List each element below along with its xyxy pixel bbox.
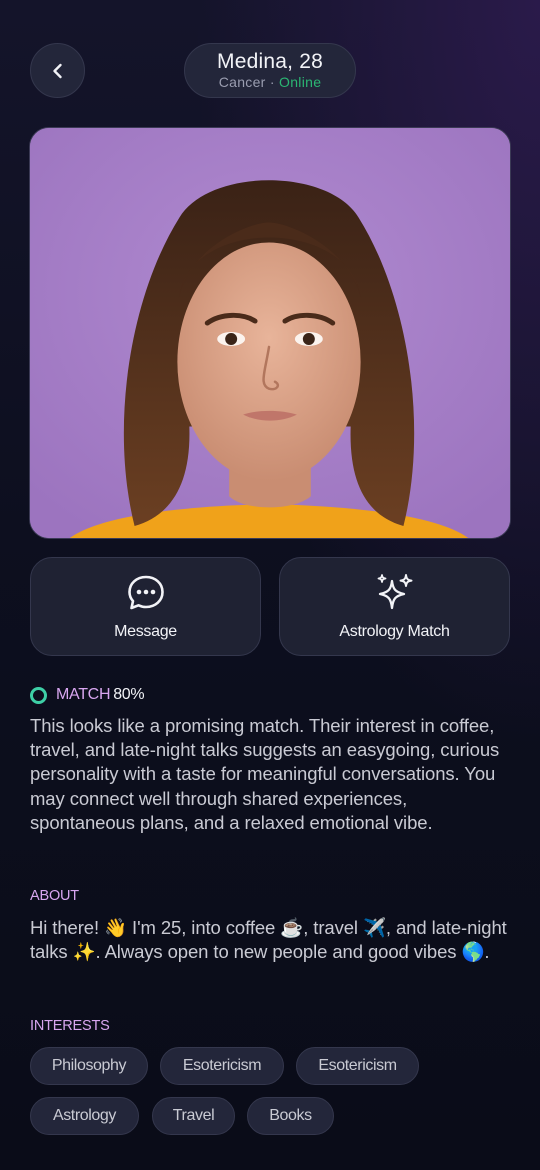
chevron-left-icon	[52, 63, 62, 78]
message-button[interactable]: Message	[30, 557, 261, 656]
online-status: Online	[279, 74, 322, 90]
portrait-image	[30, 128, 510, 538]
match-percentage: 80%	[113, 686, 145, 703]
interest-chip[interactable]: Travel	[152, 1097, 235, 1135]
profile-header: Medina, 28 Cancer · Online	[184, 43, 356, 98]
about-text: Hi there! 👋 I'm 25, into coffee ☕, trave…	[30, 917, 507, 963]
interest-chip[interactable]: Astrology	[30, 1097, 139, 1135]
match-score: MATCH 80%	[30, 686, 145, 704]
astrology-match-button[interactable]: Astrology Match	[279, 557, 510, 656]
interest-chip[interactable]: Books	[247, 1097, 334, 1135]
profile-name: Medina, 28	[217, 50, 323, 73]
match-description: This looks like a promising match. Their…	[30, 715, 500, 833]
interest-chip[interactable]: Esotericism	[296, 1047, 419, 1085]
interests-heading: INTERESTS	[30, 1018, 110, 1034]
profile-subtitle: Cancer · Online	[219, 74, 322, 91]
about-heading: ABOUT	[30, 888, 79, 904]
sparkles-icon	[377, 573, 412, 609]
astrology-match-label: Astrology Match	[339, 622, 450, 640]
separator: ·	[269, 74, 275, 90]
profile-photo[interactable]	[29, 127, 511, 539]
match-ring-icon	[30, 686, 47, 704]
message-label: Message	[114, 622, 177, 640]
zodiac-sign: Cancer	[218, 74, 266, 90]
back-button[interactable]	[30, 43, 85, 98]
chat-bubble-icon	[127, 575, 164, 609]
match-label: MATCH	[56, 686, 111, 703]
interest-chip[interactable]: Esotericism	[160, 1047, 284, 1085]
interest-chip[interactable]: Philosophy	[30, 1047, 148, 1085]
